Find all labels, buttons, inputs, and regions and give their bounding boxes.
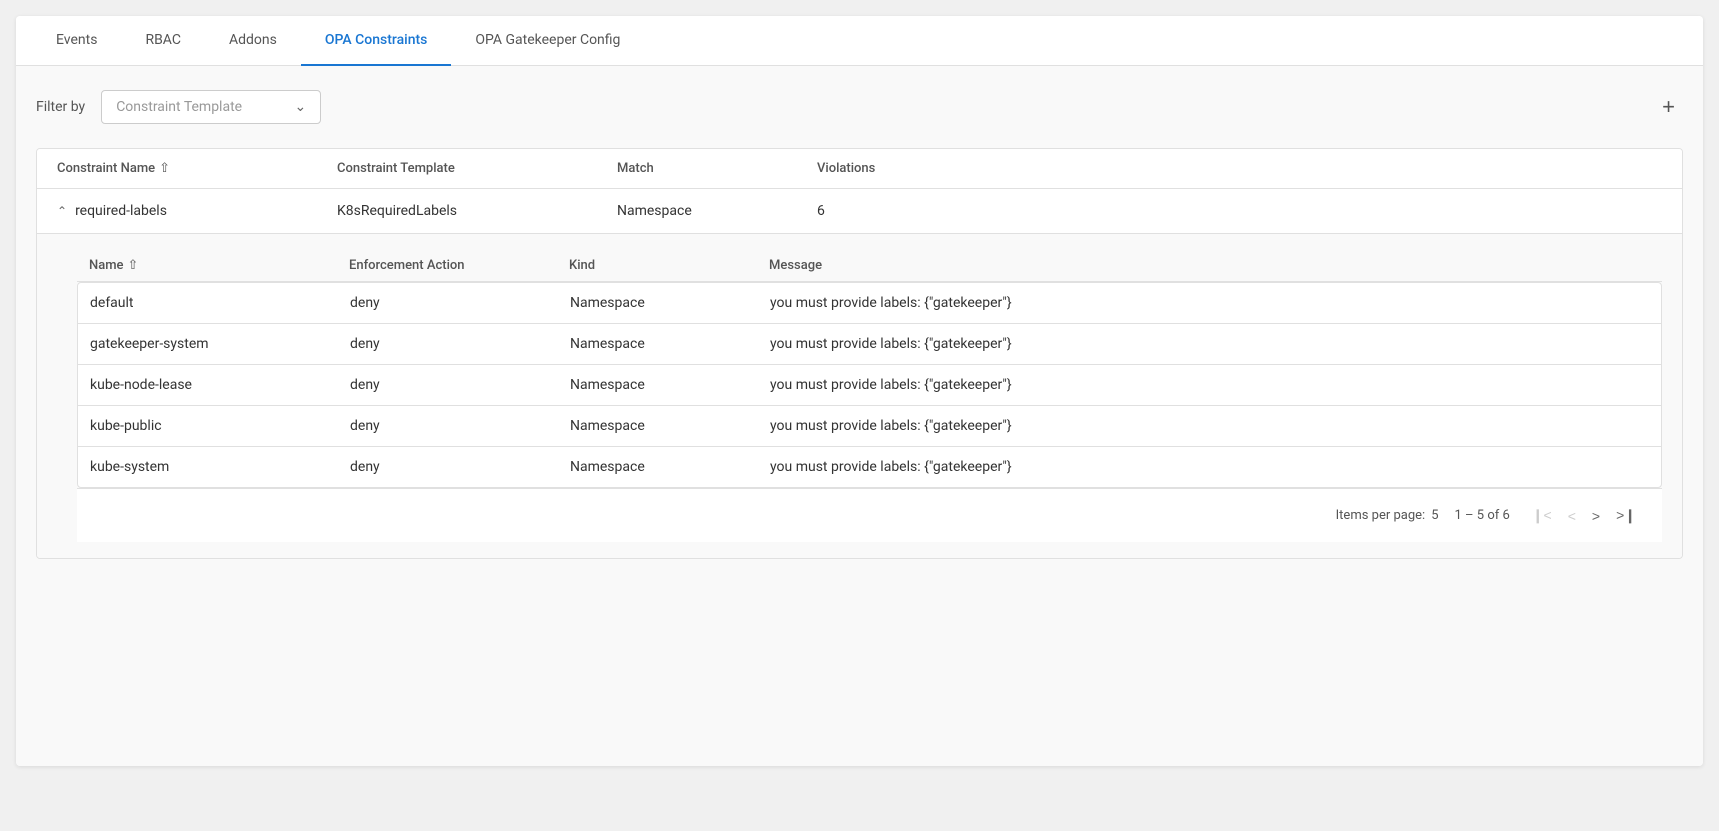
table-row-required-labels[interactable]: ⌃ required-labels K8sRequiredLabels Name… [37, 189, 1682, 234]
sub-row-name: default [90, 295, 350, 311]
sub-row-name: kube-node-lease [90, 377, 350, 393]
list-item: kube-public deny Namespace you must prov… [78, 406, 1661, 447]
pagination-range: 1 – 5 of 6 [1455, 508, 1510, 523]
sub-row-kind: Namespace [570, 336, 770, 352]
sub-table-container: Name ⇧ Enforcement Action Kind Message [37, 234, 1682, 558]
tab-bar: Events RBAC Addons OPA Constraints OPA G… [16, 16, 1703, 66]
sub-row-enforcement: deny [350, 295, 570, 311]
row-match-cell: Namespace [617, 203, 817, 219]
filter-label: Filter by [36, 99, 85, 115]
col-header-constraint-template: Constraint Template [337, 161, 617, 176]
main-table-card: Constraint Name ⇧ Constraint Template Ma… [36, 148, 1683, 559]
sub-column-headers: Name ⇧ Enforcement Action Kind Message [77, 250, 1662, 282]
col-header-constraint-name: Constraint Name ⇧ [57, 161, 337, 176]
sub-row-message: you must provide labels: {"gatekeeper"} [770, 295, 1649, 311]
sub-row-enforcement: deny [350, 418, 570, 434]
page-nav-buttons: ❙< < > >❙ [1526, 503, 1642, 528]
prev-page-button[interactable]: < [1562, 504, 1582, 528]
content-area: Filter by Constraint Template ⌄ + Constr… [16, 66, 1703, 766]
page-wrapper: Events RBAC Addons OPA Constraints OPA G… [16, 16, 1703, 766]
list-item: kube-node-lease deny Namespace you must … [78, 365, 1661, 406]
sub-col-header-enforcement: Enforcement Action [349, 258, 569, 273]
filter-left: Filter by Constraint Template ⌄ [36, 90, 321, 124]
sub-row-kind: Namespace [570, 459, 770, 475]
col-header-violations: Violations [817, 161, 1017, 176]
sub-row-message: you must provide labels: {"gatekeeper"} [770, 336, 1649, 352]
row-violations-cell: 6 [817, 203, 1017, 219]
sub-table-inner: default deny Namespace you must provide … [77, 282, 1662, 488]
sort-asc-icon: ⇧ [159, 161, 170, 176]
sub-col-header-message: Message [769, 258, 1650, 273]
sub-row-name: kube-system [90, 459, 350, 475]
row-template-cell: K8sRequiredLabels [337, 203, 617, 219]
sub-row-enforcement: deny [350, 336, 570, 352]
row-name-cell: ⌃ required-labels [57, 203, 337, 219]
sub-row-message: you must provide labels: {"gatekeeper"} [770, 459, 1649, 475]
chevron-down-icon: ⌄ [294, 99, 306, 115]
sub-row-name: gatekeeper-system [90, 336, 350, 352]
tab-opa-constraints[interactable]: OPA Constraints [301, 16, 452, 66]
col-header-match: Match [617, 161, 817, 176]
tab-addons[interactable]: Addons [205, 16, 301, 66]
sub-row-kind: Namespace [570, 418, 770, 434]
list-item: kube-system deny Namespace you must prov… [78, 447, 1661, 487]
sub-col-header-name: Name ⇧ [89, 258, 349, 273]
last-page-button[interactable]: >❙ [1610, 503, 1642, 528]
add-button[interactable]: + [1654, 92, 1683, 122]
sub-row-enforcement: deny [350, 459, 570, 475]
tab-opa-gatekeeper[interactable]: OPA Gatekeeper Config [451, 16, 644, 66]
sub-row-enforcement: deny [350, 377, 570, 393]
sub-row-name: kube-public [90, 418, 350, 434]
sub-row-message: you must provide labels: {"gatekeeper"} [770, 377, 1649, 393]
next-page-button[interactable]: > [1586, 504, 1606, 528]
list-item: gatekeeper-system deny Namespace you mus… [78, 324, 1661, 365]
pagination-bar: Items per page: 5 1 – 5 of 6 ❙< < > >❙ [77, 488, 1662, 542]
sub-row-message: you must provide labels: {"gatekeeper"} [770, 418, 1649, 434]
sub-col-header-kind: Kind [569, 258, 769, 273]
list-item: default deny Namespace you must provide … [78, 283, 1661, 324]
sub-sort-asc-icon: ⇧ [128, 258, 139, 273]
pagination-info: Items per page: 5 [1336, 508, 1439, 523]
row-name: required-labels [75, 203, 167, 219]
tab-events[interactable]: Events [32, 16, 121, 66]
sub-row-kind: Namespace [570, 295, 770, 311]
column-headers: Constraint Name ⇧ Constraint Template Ma… [37, 149, 1682, 189]
first-page-button[interactable]: ❙< [1526, 503, 1558, 528]
constraint-template-dropdown[interactable]: Constraint Template ⌄ [101, 90, 321, 124]
filter-bar: Filter by Constraint Template ⌄ + [36, 90, 1683, 124]
items-per-page-label: Items per page: [1336, 508, 1426, 523]
items-per-page-value: 5 [1431, 508, 1438, 523]
constraint-template-placeholder: Constraint Template [116, 99, 242, 115]
expand-icon[interactable]: ⌃ [57, 204, 67, 218]
tab-rbac[interactable]: RBAC [121, 16, 205, 66]
sub-row-kind: Namespace [570, 377, 770, 393]
